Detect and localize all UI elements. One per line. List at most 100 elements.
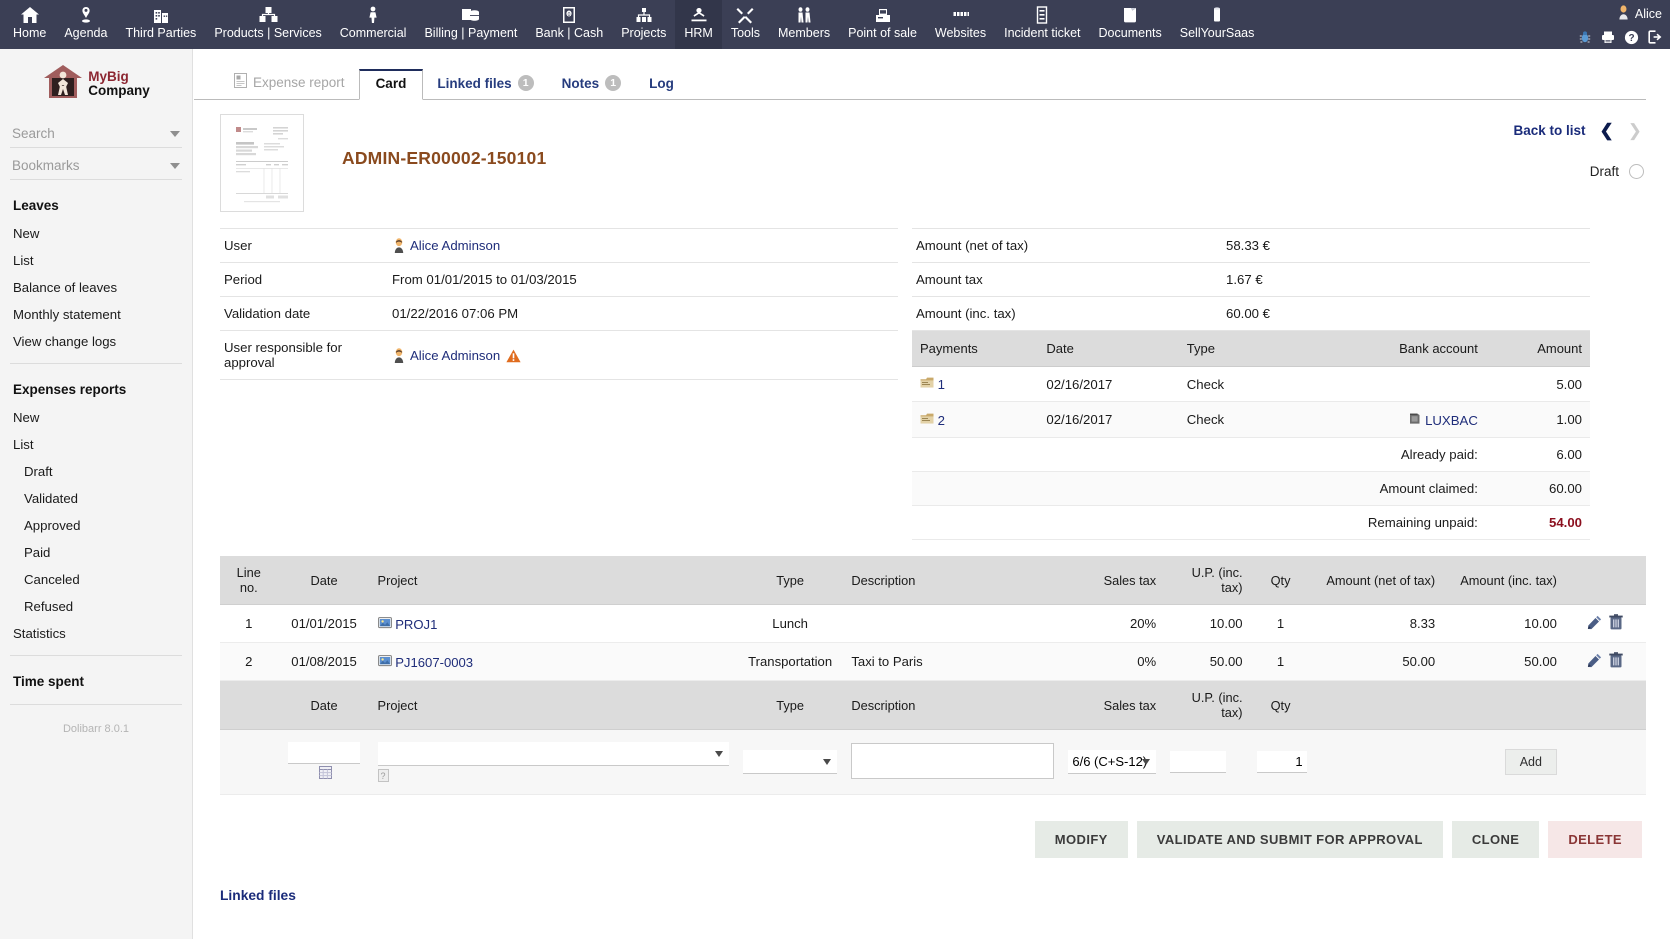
clone-button[interactable]: Clone bbox=[1451, 821, 1540, 858]
topnav-item-tools[interactable]: Tools bbox=[722, 0, 769, 49]
new-line-type-select[interactable] bbox=[742, 750, 838, 774]
topnav-item-hrm[interactable]: HRM bbox=[675, 0, 722, 49]
topnav-item-products-services[interactable]: Products | Services bbox=[205, 0, 330, 49]
edit-icon[interactable] bbox=[1587, 653, 1602, 671]
line-project-cell: PROJ1 bbox=[370, 604, 736, 643]
new-line-date-cell bbox=[277, 729, 371, 795]
payment-link[interactable]: 1 bbox=[938, 377, 945, 392]
company-logo[interactable]: MyBig Company bbox=[0, 49, 192, 116]
validate-and-submit-for-approval-button[interactable]: Validate and submit for approval bbox=[1136, 821, 1443, 858]
sidebar-item-statistics[interactable]: Statistics bbox=[0, 620, 192, 647]
new-line-salestax-select[interactable]: 6/6 (C+S-12) bbox=[1068, 750, 1157, 774]
sidebar-item-view-change-logs[interactable]: View change logs bbox=[0, 328, 192, 355]
new-line-header: Type bbox=[735, 680, 845, 730]
user-link[interactable]: Alice Adminson bbox=[410, 348, 500, 363]
tab-card[interactable]: Card bbox=[358, 69, 424, 100]
bank-cash-icon: 0 bbox=[559, 4, 579, 25]
bookmarks-dropdown[interactable]: Bookmarks bbox=[10, 154, 182, 180]
tab-expense-report[interactable]: Expense report bbox=[220, 67, 359, 99]
sidebar-item-draft[interactable]: Draft bbox=[0, 458, 192, 485]
tab-linked-files[interactable]: Linked files 1 bbox=[423, 69, 547, 99]
left-info-column: User Alice Adminson Period From 01/01/2015 … bbox=[220, 228, 898, 540]
summary-spacer bbox=[1178, 437, 1271, 472]
topnav-item-documents[interactable]: Documents bbox=[1090, 0, 1171, 49]
left-sidebar: MyBig Company Search Bookmarks Leaves New… bbox=[0, 49, 193, 939]
summary-value: 54.00 bbox=[1485, 505, 1590, 540]
back-to-list-link[interactable]: Back to list bbox=[1513, 123, 1585, 138]
amount-row: Amount (net of tax) 58.33 € bbox=[912, 228, 1590, 263]
topnav-item-members[interactable]: Members bbox=[769, 0, 839, 49]
tab-notes[interactable]: Notes 1 bbox=[548, 69, 636, 99]
bank-account-link[interactable]: LUXBAC bbox=[1425, 413, 1478, 428]
previous-record-arrow-icon[interactable]: ❮ bbox=[1600, 122, 1614, 139]
topnav-item-point-of-sale[interactable]: Point of sale bbox=[839, 0, 926, 49]
sidebar-item-refused[interactable]: Refused bbox=[0, 593, 192, 620]
topnav-item-commercial[interactable]: Commercial bbox=[331, 0, 416, 49]
info-value-cell: 01/22/2016 07:06 PM bbox=[388, 296, 898, 331]
search-input[interactable]: Search bbox=[10, 122, 182, 148]
project-link[interactable]: PROJ1 bbox=[395, 617, 437, 632]
bug-icon[interactable] bbox=[1578, 30, 1592, 44]
sidebar-item-monthly-statement[interactable]: Monthly statement bbox=[0, 301, 192, 328]
incident-ticket-icon bbox=[1032, 4, 1052, 25]
calendar-icon[interactable] bbox=[319, 766, 333, 782]
add-line-button[interactable]: Add bbox=[1504, 749, 1557, 775]
modify-button[interactable]: Modify bbox=[1034, 821, 1128, 858]
trash-icon[interactable] bbox=[1609, 652, 1623, 671]
project-link[interactable]: PJ1607-0003 bbox=[395, 655, 473, 670]
payments-header: Date bbox=[1038, 331, 1179, 367]
payment-link[interactable]: 2 bbox=[938, 413, 945, 428]
delete-button[interactable]: Delete bbox=[1548, 821, 1642, 858]
current-user[interactable]: Alice bbox=[1617, 4, 1662, 24]
projects-icon bbox=[634, 4, 654, 25]
sidebar-item-new[interactable]: New bbox=[0, 220, 192, 247]
sidebar-group-expenses-reports: Expenses reports New List Draft Validated App… bbox=[0, 378, 192, 656]
new-line-date-input[interactable] bbox=[288, 742, 361, 764]
status-indicator-icon bbox=[1629, 164, 1644, 179]
sidebar-item-validated[interactable]: Validated bbox=[0, 485, 192, 512]
topnav-item-agenda[interactable]: Agenda bbox=[55, 0, 116, 49]
logout-icon[interactable] bbox=[1648, 30, 1662, 44]
topnav-item-projects[interactable]: Projects bbox=[612, 0, 675, 49]
user-link[interactable]: Alice Adminson bbox=[410, 238, 500, 253]
sidebar-item-list[interactable]: List bbox=[0, 431, 192, 458]
sidebar-item-balance-of-leaves[interactable]: Balance of leaves bbox=[0, 274, 192, 301]
new-line-qty-input[interactable] bbox=[1256, 751, 1307, 773]
amount-value: 60.00 € bbox=[1222, 296, 1590, 331]
new-line-empty-1 bbox=[1311, 729, 1443, 795]
topnav-item-incident-ticket[interactable]: Incident ticket bbox=[995, 0, 1089, 49]
line-unit-price: 50.00 bbox=[1163, 642, 1250, 681]
avatar bbox=[392, 347, 410, 363]
sidebar-item-list[interactable]: List bbox=[0, 247, 192, 274]
sidebar-divider bbox=[10, 704, 182, 705]
topnav-item-billing-payment[interactable]: Billing | Payment bbox=[415, 0, 526, 49]
sidebar-item-canceled[interactable]: Canceled bbox=[0, 566, 192, 593]
help-icon[interactable]: ? bbox=[1624, 30, 1639, 45]
sidebar-group-leaves: Leaves New List Balance of leaves Monthly st… bbox=[0, 194, 192, 364]
app-version: Dolibarr 8.0.1 bbox=[62, 723, 130, 735]
sidebar-item-new[interactable]: New bbox=[0, 404, 192, 431]
trash-icon[interactable] bbox=[1609, 614, 1623, 633]
new-line-description-textarea[interactable] bbox=[851, 742, 1055, 779]
products-services-icon bbox=[258, 4, 279, 25]
topnav-item-sellyoursaas[interactable]: SellYourSaas bbox=[1171, 0, 1264, 49]
help-hint-icon[interactable]: ? bbox=[377, 769, 389, 782]
topnav-item-third-parties[interactable]: Third Parties bbox=[116, 0, 205, 49]
sidebar-item-approved[interactable]: Approved bbox=[0, 512, 192, 539]
topnav-item-websites[interactable]: Websites bbox=[926, 0, 995, 49]
new-line-up-input[interactable] bbox=[1170, 751, 1227, 773]
warning-icon bbox=[500, 348, 521, 363]
new-line-qty-cell bbox=[1249, 729, 1312, 795]
print-icon[interactable] bbox=[1601, 30, 1615, 44]
edit-icon[interactable] bbox=[1587, 615, 1602, 633]
topnav-item-label: Commercial bbox=[339, 26, 407, 40]
topnav-item-bank-cash[interactable]: 0 Bank | Cash bbox=[526, 0, 612, 49]
topnav-item-label: Home bbox=[13, 26, 47, 40]
line-actions-cell bbox=[1563, 642, 1646, 681]
document-header: ADMIN-ER00002-150101 Back to list ❮ ❯ Dr… bbox=[194, 100, 1670, 212]
new-line-project-select[interactable] bbox=[377, 742, 729, 766]
topnav-item-home[interactable]: Home bbox=[4, 0, 55, 49]
sidebar-item-paid[interactable]: Paid bbox=[0, 539, 192, 566]
document-thumbnail[interactable] bbox=[220, 114, 304, 212]
tab-log[interactable]: Log bbox=[635, 70, 688, 99]
